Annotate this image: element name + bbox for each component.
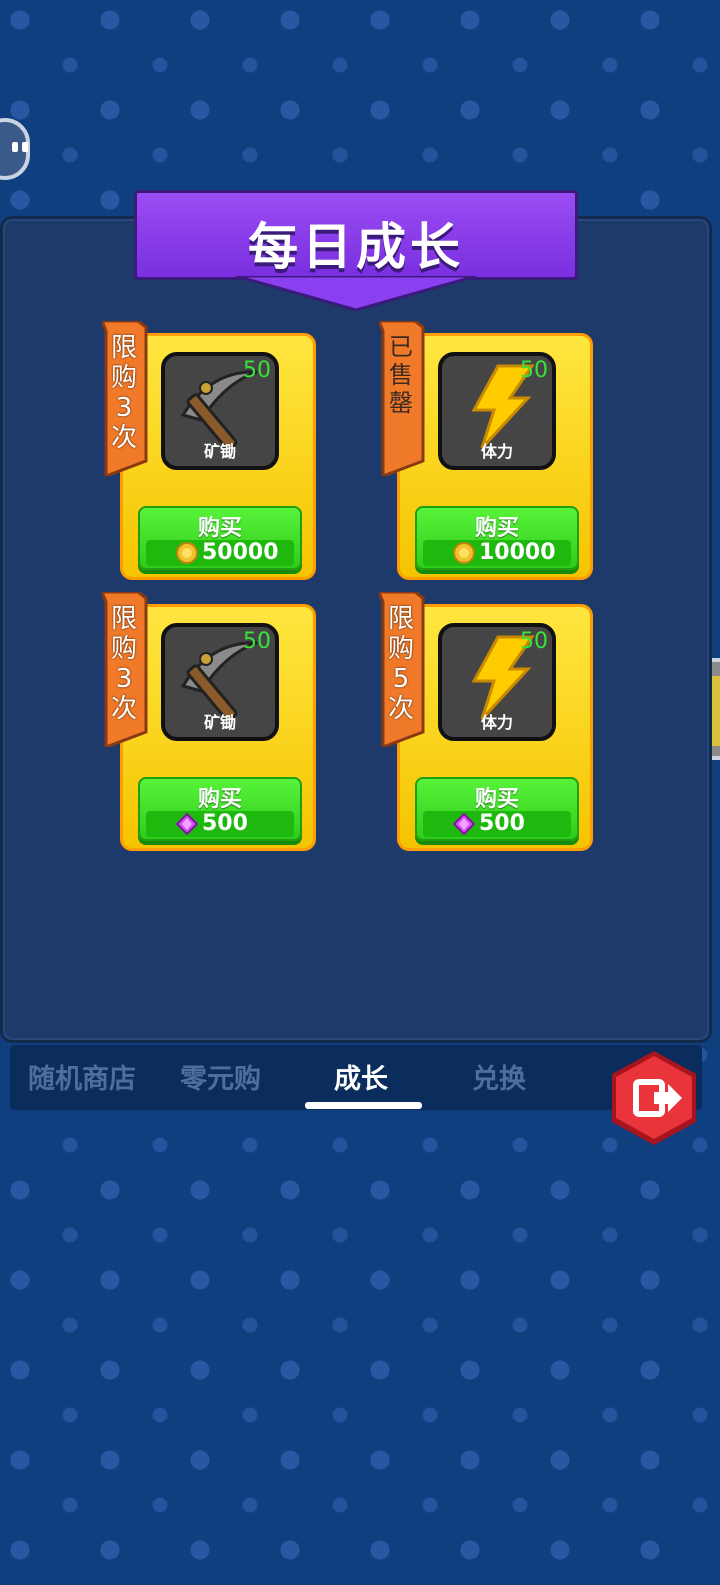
price-bar: 50000: [146, 540, 294, 566]
buy-label: 购买: [197, 787, 242, 812]
item-quantity: 50: [243, 629, 271, 654]
item-quantity: 50: [520, 629, 548, 654]
side-avatar-button[interactable]: [0, 118, 30, 180]
buy-label: 购买: [474, 516, 519, 541]
purple-gem-icon: [452, 812, 476, 839]
item-quantity: 50: [243, 358, 271, 383]
tag-char: 次: [387, 694, 414, 724]
tag-char: 限: [110, 333, 137, 363]
item-quantity: 50: [520, 358, 548, 383]
tag-char: 限: [387, 604, 414, 634]
price-value: 500: [202, 811, 248, 836]
tag-label: 限购5次: [385, 604, 417, 724]
tag-char: 次: [110, 694, 137, 724]
tab-random-shop[interactable]: 随机商店: [28, 1057, 136, 1096]
item-icon-box: 50 体力: [438, 352, 556, 470]
title-banner: 每日成长: [134, 190, 578, 280]
item-name: 矿锄: [203, 442, 236, 461]
tag-char: 5: [392, 664, 410, 694]
page-title: 每日成长: [248, 218, 464, 276]
price-value: 50000: [202, 540, 279, 565]
exit-button[interactable]: [608, 1048, 700, 1148]
tab-exchange[interactable]: 兑换: [472, 1057, 526, 1096]
buy-button[interactable]: 购买 50000: [138, 506, 302, 570]
purchase-limit-tag: 限购3次: [102, 321, 150, 476]
tag-label: 限购3次: [108, 604, 140, 724]
purchase-limit-tag: 限购5次: [379, 592, 427, 747]
buy-button[interactable]: 购买 10000: [415, 506, 579, 570]
buy-label: 购买: [197, 516, 242, 541]
item-icon-box: 50 矿锄: [161, 623, 279, 741]
buy-button[interactable]: 购买 500: [415, 777, 579, 841]
tab-zero-buy[interactable]: 零元购: [180, 1057, 261, 1096]
item-name: 体力: [480, 442, 513, 461]
purchase-limit-tag: 限购3次: [102, 592, 150, 747]
shop-tab-bar: 随机商店 零元购 成长 兑换: [10, 1045, 702, 1110]
item-icon-box: 50 体力: [438, 623, 556, 741]
tag-char: 罄: [389, 389, 413, 417]
gold-coin-icon: [176, 542, 198, 568]
item-icon-box: 50 矿锄: [161, 352, 279, 470]
tag-label: 已售罄: [385, 333, 417, 417]
tag-char: 购: [110, 363, 137, 393]
price-bar: 500: [423, 811, 571, 837]
banner-tip: [236, 276, 476, 312]
price-bar: 10000: [423, 540, 571, 566]
tag-char: 售: [389, 361, 413, 389]
price-value: 500: [479, 811, 525, 836]
gold-coin-icon: [453, 542, 475, 568]
sold-out-tag: 已售罄: [379, 321, 427, 476]
tag-label: 限购3次: [108, 333, 140, 453]
price-value: 10000: [479, 540, 556, 565]
buy-label: 购买: [474, 787, 519, 812]
tag-char: 购: [387, 634, 414, 664]
buy-button[interactable]: 购买 500: [138, 777, 302, 841]
tag-char: 已: [389, 333, 413, 361]
active-tab-indicator: [305, 1102, 422, 1109]
tab-growth[interactable]: 成长: [334, 1057, 388, 1096]
price-bar: 500: [146, 811, 294, 837]
item-name: 体力: [480, 713, 513, 732]
tag-char: 限: [110, 604, 137, 634]
purple-gem-icon: [175, 812, 199, 839]
tag-char: 3: [115, 664, 133, 694]
tag-char: 次: [110, 423, 137, 453]
item-name: 矿锄: [203, 713, 236, 732]
tag-char: 购: [110, 634, 137, 664]
tag-char: 3: [115, 393, 133, 423]
